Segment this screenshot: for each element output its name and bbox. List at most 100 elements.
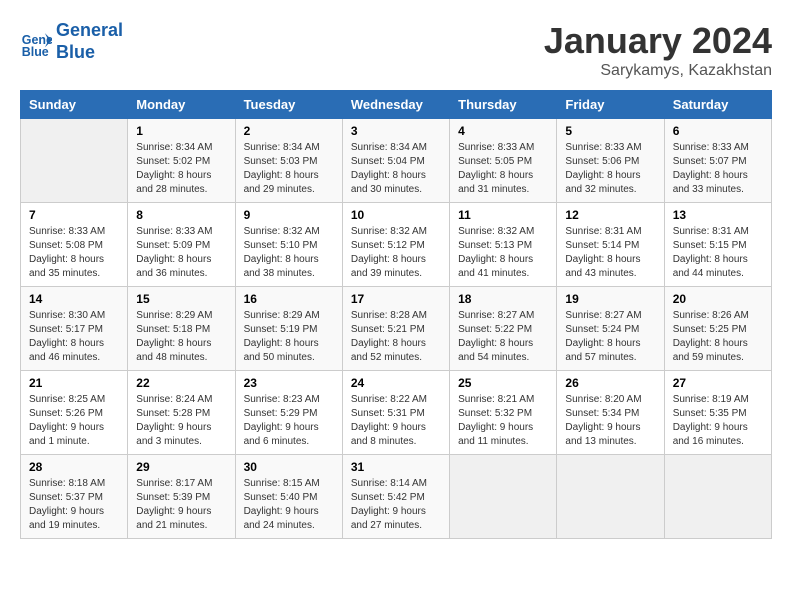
day-info: Sunrise: 8:33 AMSunset: 5:07 PMDaylight:… — [673, 142, 749, 195]
day-info: Sunrise: 8:18 AMSunset: 5:37 PMDaylight:… — [29, 478, 105, 531]
day-info: Sunrise: 8:33 AMSunset: 5:08 PMDaylight:… — [29, 226, 105, 279]
calendar-cell: 26 Sunrise: 8:20 AMSunset: 5:34 PMDaylig… — [557, 371, 664, 455]
weekday-header: Saturday — [664, 91, 771, 119]
day-number: 13 — [673, 208, 763, 222]
day-number: 12 — [565, 208, 655, 222]
calendar-body: 1 Sunrise: 8:34 AMSunset: 5:02 PMDayligh… — [21, 119, 772, 539]
day-number: 29 — [136, 460, 226, 474]
calendar-cell — [557, 455, 664, 539]
day-number: 6 — [673, 124, 763, 138]
day-number: 8 — [136, 208, 226, 222]
day-number: 24 — [351, 376, 441, 390]
day-number: 1 — [136, 124, 226, 138]
calendar-week-row: 7 Sunrise: 8:33 AMSunset: 5:08 PMDayligh… — [21, 203, 772, 287]
day-info: Sunrise: 8:23 AMSunset: 5:29 PMDaylight:… — [244, 394, 320, 447]
title-block: January 2024 Sarykamys, Kazakhstan — [544, 20, 772, 80]
calendar-cell: 7 Sunrise: 8:33 AMSunset: 5:08 PMDayligh… — [21, 203, 128, 287]
calendar-cell — [664, 455, 771, 539]
calendar-cell: 2 Sunrise: 8:34 AMSunset: 5:03 PMDayligh… — [235, 119, 342, 203]
calendar-cell: 12 Sunrise: 8:31 AMSunset: 5:14 PMDaylig… — [557, 203, 664, 287]
day-info: Sunrise: 8:31 AMSunset: 5:15 PMDaylight:… — [673, 226, 749, 279]
calendar-week-row: 28 Sunrise: 8:18 AMSunset: 5:37 PMDaylig… — [21, 455, 772, 539]
calendar-cell: 19 Sunrise: 8:27 AMSunset: 5:24 PMDaylig… — [557, 287, 664, 371]
day-info: Sunrise: 8:31 AMSunset: 5:14 PMDaylight:… — [565, 226, 641, 279]
calendar-cell: 18 Sunrise: 8:27 AMSunset: 5:22 PMDaylig… — [450, 287, 557, 371]
weekday-header: Monday — [128, 91, 235, 119]
day-number: 18 — [458, 292, 548, 306]
day-info: Sunrise: 8:27 AMSunset: 5:24 PMDaylight:… — [565, 310, 641, 363]
day-number: 11 — [458, 208, 548, 222]
day-info: Sunrise: 8:32 AMSunset: 5:10 PMDaylight:… — [244, 226, 320, 279]
calendar-cell: 31 Sunrise: 8:14 AMSunset: 5:42 PMDaylig… — [342, 455, 449, 539]
calendar-cell: 28 Sunrise: 8:18 AMSunset: 5:37 PMDaylig… — [21, 455, 128, 539]
calendar-cell: 8 Sunrise: 8:33 AMSunset: 5:09 PMDayligh… — [128, 203, 235, 287]
day-info: Sunrise: 8:29 AMSunset: 5:19 PMDaylight:… — [244, 310, 320, 363]
calendar-cell: 15 Sunrise: 8:29 AMSunset: 5:18 PMDaylig… — [128, 287, 235, 371]
day-number: 27 — [673, 376, 763, 390]
calendar-cell: 14 Sunrise: 8:30 AMSunset: 5:17 PMDaylig… — [21, 287, 128, 371]
day-info: Sunrise: 8:34 AMSunset: 5:03 PMDaylight:… — [244, 142, 320, 195]
page-header: General Blue GeneralBlue January 2024 Sa… — [20, 20, 772, 80]
day-number: 30 — [244, 460, 334, 474]
calendar-cell: 25 Sunrise: 8:21 AMSunset: 5:32 PMDaylig… — [450, 371, 557, 455]
day-number: 25 — [458, 376, 548, 390]
month-title: January 2024 — [544, 20, 772, 62]
day-number: 5 — [565, 124, 655, 138]
weekday-header: Sunday — [21, 91, 128, 119]
calendar-cell: 6 Sunrise: 8:33 AMSunset: 5:07 PMDayligh… — [664, 119, 771, 203]
calendar-cell: 11 Sunrise: 8:32 AMSunset: 5:13 PMDaylig… — [450, 203, 557, 287]
day-number: 26 — [565, 376, 655, 390]
day-info: Sunrise: 8:27 AMSunset: 5:22 PMDaylight:… — [458, 310, 534, 363]
calendar-cell: 1 Sunrise: 8:34 AMSunset: 5:02 PMDayligh… — [128, 119, 235, 203]
location: Sarykamys, Kazakhstan — [544, 62, 772, 80]
logo-text: GeneralBlue — [56, 20, 123, 63]
day-number: 28 — [29, 460, 119, 474]
day-info: Sunrise: 8:19 AMSunset: 5:35 PMDaylight:… — [673, 394, 749, 447]
calendar-cell: 29 Sunrise: 8:17 AMSunset: 5:39 PMDaylig… — [128, 455, 235, 539]
svg-text:Blue: Blue — [22, 45, 49, 58]
calendar-cell: 23 Sunrise: 8:23 AMSunset: 5:29 PMDaylig… — [235, 371, 342, 455]
day-number: 9 — [244, 208, 334, 222]
day-info: Sunrise: 8:17 AMSunset: 5:39 PMDaylight:… — [136, 478, 212, 531]
calendar-cell: 22 Sunrise: 8:24 AMSunset: 5:28 PMDaylig… — [128, 371, 235, 455]
day-info: Sunrise: 8:24 AMSunset: 5:28 PMDaylight:… — [136, 394, 212, 447]
calendar-cell: 4 Sunrise: 8:33 AMSunset: 5:05 PMDayligh… — [450, 119, 557, 203]
calendar-table: SundayMondayTuesdayWednesdayThursdayFrid… — [20, 90, 772, 539]
day-info: Sunrise: 8:33 AMSunset: 5:05 PMDaylight:… — [458, 142, 534, 195]
logo-icon: General Blue — [20, 26, 52, 58]
day-number: 16 — [244, 292, 334, 306]
day-info: Sunrise: 8:22 AMSunset: 5:31 PMDaylight:… — [351, 394, 427, 447]
day-info: Sunrise: 8:33 AMSunset: 5:09 PMDaylight:… — [136, 226, 212, 279]
day-info: Sunrise: 8:21 AMSunset: 5:32 PMDaylight:… — [458, 394, 534, 447]
calendar-cell — [21, 119, 128, 203]
calendar-cell: 21 Sunrise: 8:25 AMSunset: 5:26 PMDaylig… — [21, 371, 128, 455]
day-number: 4 — [458, 124, 548, 138]
day-info: Sunrise: 8:15 AMSunset: 5:40 PMDaylight:… — [244, 478, 320, 531]
day-info: Sunrise: 8:29 AMSunset: 5:18 PMDaylight:… — [136, 310, 212, 363]
day-info: Sunrise: 8:32 AMSunset: 5:12 PMDaylight:… — [351, 226, 427, 279]
calendar-cell — [450, 455, 557, 539]
day-number: 23 — [244, 376, 334, 390]
day-info: Sunrise: 8:34 AMSunset: 5:04 PMDaylight:… — [351, 142, 427, 195]
day-number: 22 — [136, 376, 226, 390]
day-info: Sunrise: 8:34 AMSunset: 5:02 PMDaylight:… — [136, 142, 212, 195]
day-number: 15 — [136, 292, 226, 306]
calendar-cell: 16 Sunrise: 8:29 AMSunset: 5:19 PMDaylig… — [235, 287, 342, 371]
calendar-week-row: 21 Sunrise: 8:25 AMSunset: 5:26 PMDaylig… — [21, 371, 772, 455]
day-info: Sunrise: 8:14 AMSunset: 5:42 PMDaylight:… — [351, 478, 427, 531]
calendar-cell: 30 Sunrise: 8:15 AMSunset: 5:40 PMDaylig… — [235, 455, 342, 539]
calendar-cell: 9 Sunrise: 8:32 AMSunset: 5:10 PMDayligh… — [235, 203, 342, 287]
calendar-week-row: 14 Sunrise: 8:30 AMSunset: 5:17 PMDaylig… — [21, 287, 772, 371]
weekday-header: Tuesday — [235, 91, 342, 119]
logo: General Blue GeneralBlue — [20, 20, 123, 63]
day-info: Sunrise: 8:30 AMSunset: 5:17 PMDaylight:… — [29, 310, 105, 363]
calendar-header: SundayMondayTuesdayWednesdayThursdayFrid… — [21, 91, 772, 119]
day-info: Sunrise: 8:32 AMSunset: 5:13 PMDaylight:… — [458, 226, 534, 279]
day-info: Sunrise: 8:20 AMSunset: 5:34 PMDaylight:… — [565, 394, 641, 447]
day-number: 31 — [351, 460, 441, 474]
day-info: Sunrise: 8:25 AMSunset: 5:26 PMDaylight:… — [29, 394, 105, 447]
weekday-header: Friday — [557, 91, 664, 119]
day-number: 21 — [29, 376, 119, 390]
day-info: Sunrise: 8:26 AMSunset: 5:25 PMDaylight:… — [673, 310, 749, 363]
calendar-cell: 5 Sunrise: 8:33 AMSunset: 5:06 PMDayligh… — [557, 119, 664, 203]
